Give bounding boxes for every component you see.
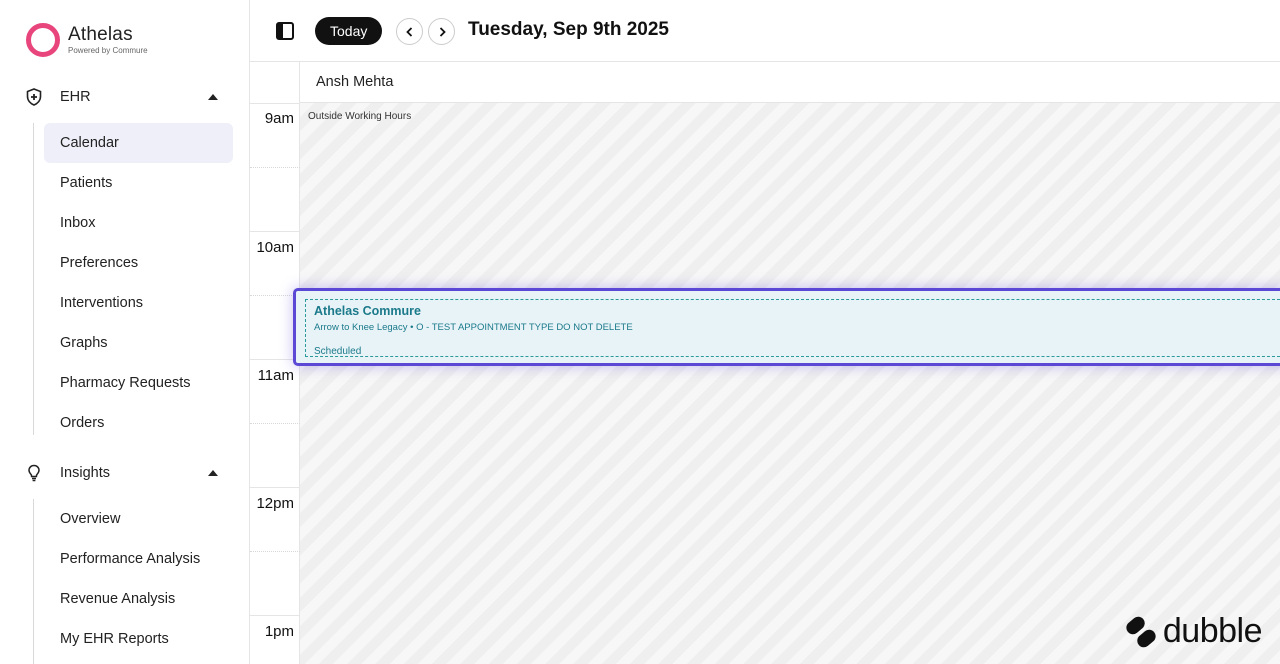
app-root: Athelas Powered by Commure EHR Calendar … — [0, 0, 1280, 664]
sidebar-toggle-icon[interactable] — [276, 22, 294, 40]
today-button[interactable]: Today — [315, 17, 383, 45]
half-hour-line — [250, 167, 300, 168]
time-label-1pm: 1pm — [264, 623, 294, 640]
chevron-right-icon — [439, 26, 446, 37]
half-hour-line — [250, 551, 300, 552]
sidebar-item-interventions[interactable]: Interventions — [44, 283, 233, 323]
provider-column-header: Ansh Mehta — [300, 62, 1280, 103]
brand-name: Athelas — [68, 24, 133, 45]
previous-day-button[interactable] — [396, 18, 423, 45]
sidebar-item-overview[interactable]: Overview — [44, 499, 233, 539]
athelas-logo[interactable]: Athelas Powered by Commure — [26, 20, 148, 60]
sidebar-item-performance-analysis[interactable]: Performance Analysis — [44, 539, 233, 579]
time-label-10am: 10am — [256, 239, 294, 256]
dubble-logo-icon — [1126, 616, 1156, 647]
sidebar-item-graphs[interactable]: Graphs — [44, 323, 233, 363]
insights-nav-group: Overview Performance Analysis Revenue An… — [33, 499, 200, 664]
calendar-grid[interactable]: Outside Working Hours — [300, 103, 1280, 664]
shield-plus-icon — [24, 87, 44, 107]
time-label-9am: 9am — [264, 110, 294, 127]
time-label-12pm: 12pm — [256, 495, 294, 512]
section-ehr[interactable]: EHR — [24, 85, 224, 109]
next-day-button[interactable] — [428, 18, 455, 45]
sidebar-item-pharmacy-requests[interactable]: Pharmacy Requests — [44, 363, 233, 403]
hour-line — [250, 615, 300, 616]
appointment-subtitle: Arrow to Knee Legacy • O - TEST APPOINTM… — [314, 322, 633, 333]
sidebar-item-inbox[interactable]: Inbox — [44, 203, 233, 243]
sidebar-item-orders[interactable]: Orders — [44, 403, 233, 443]
appointment-inner: Athelas Commure Arrow to Knee Legacy • O… — [305, 299, 1280, 357]
time-label-11am: 11am — [257, 367, 294, 384]
caret-up-icon[interactable] — [208, 470, 218, 476]
dubble-watermark: dubble — [1125, 612, 1263, 651]
section-ehr-label: EHR — [60, 89, 91, 105]
calendar-header: Today Tuesday, Sep 9th 2025 — [250, 0, 1280, 62]
ehr-nav-group: Calendar Patients Inbox Preferences Inte… — [33, 123, 233, 435]
hour-line — [250, 487, 300, 488]
caret-up-icon[interactable] — [208, 94, 218, 100]
lightbulb-icon — [24, 463, 44, 483]
sidebar: Athelas Powered by Commure EHR Calendar … — [0, 0, 250, 664]
hour-line — [250, 231, 300, 232]
athelas-logo-icon — [26, 23, 60, 57]
current-date-title: Tuesday, Sep 9th 2025 — [468, 19, 669, 40]
section-insights[interactable]: Insights — [24, 461, 224, 485]
appointment-status: Scheduled — [314, 346, 362, 357]
sidebar-item-patients[interactable]: Patients — [44, 163, 233, 203]
appointment-card[interactable]: Athelas Commure Arrow to Knee Legacy • O… — [293, 288, 1280, 366]
brand-tagline: Powered by Commure — [68, 46, 148, 55]
hour-line — [250, 103, 300, 104]
outside-working-hours-label: Outside Working Hours — [308, 111, 412, 122]
appointment-title: Athelas Commure — [314, 304, 421, 318]
logo-text: Athelas Powered by Commure — [68, 24, 148, 56]
sidebar-item-calendar[interactable]: Calendar — [44, 123, 233, 163]
section-insights-label: Insights — [60, 465, 110, 481]
half-hour-line — [250, 423, 300, 424]
sidebar-item-revenue-analysis[interactable]: Revenue Analysis — [44, 579, 233, 619]
sidebar-item-preferences[interactable]: Preferences — [44, 243, 233, 283]
sidebar-item-my-ehr-reports[interactable]: My EHR Reports — [44, 619, 233, 659]
chevron-left-icon — [405, 26, 412, 37]
watermark-text: dubble — [1162, 612, 1263, 650]
